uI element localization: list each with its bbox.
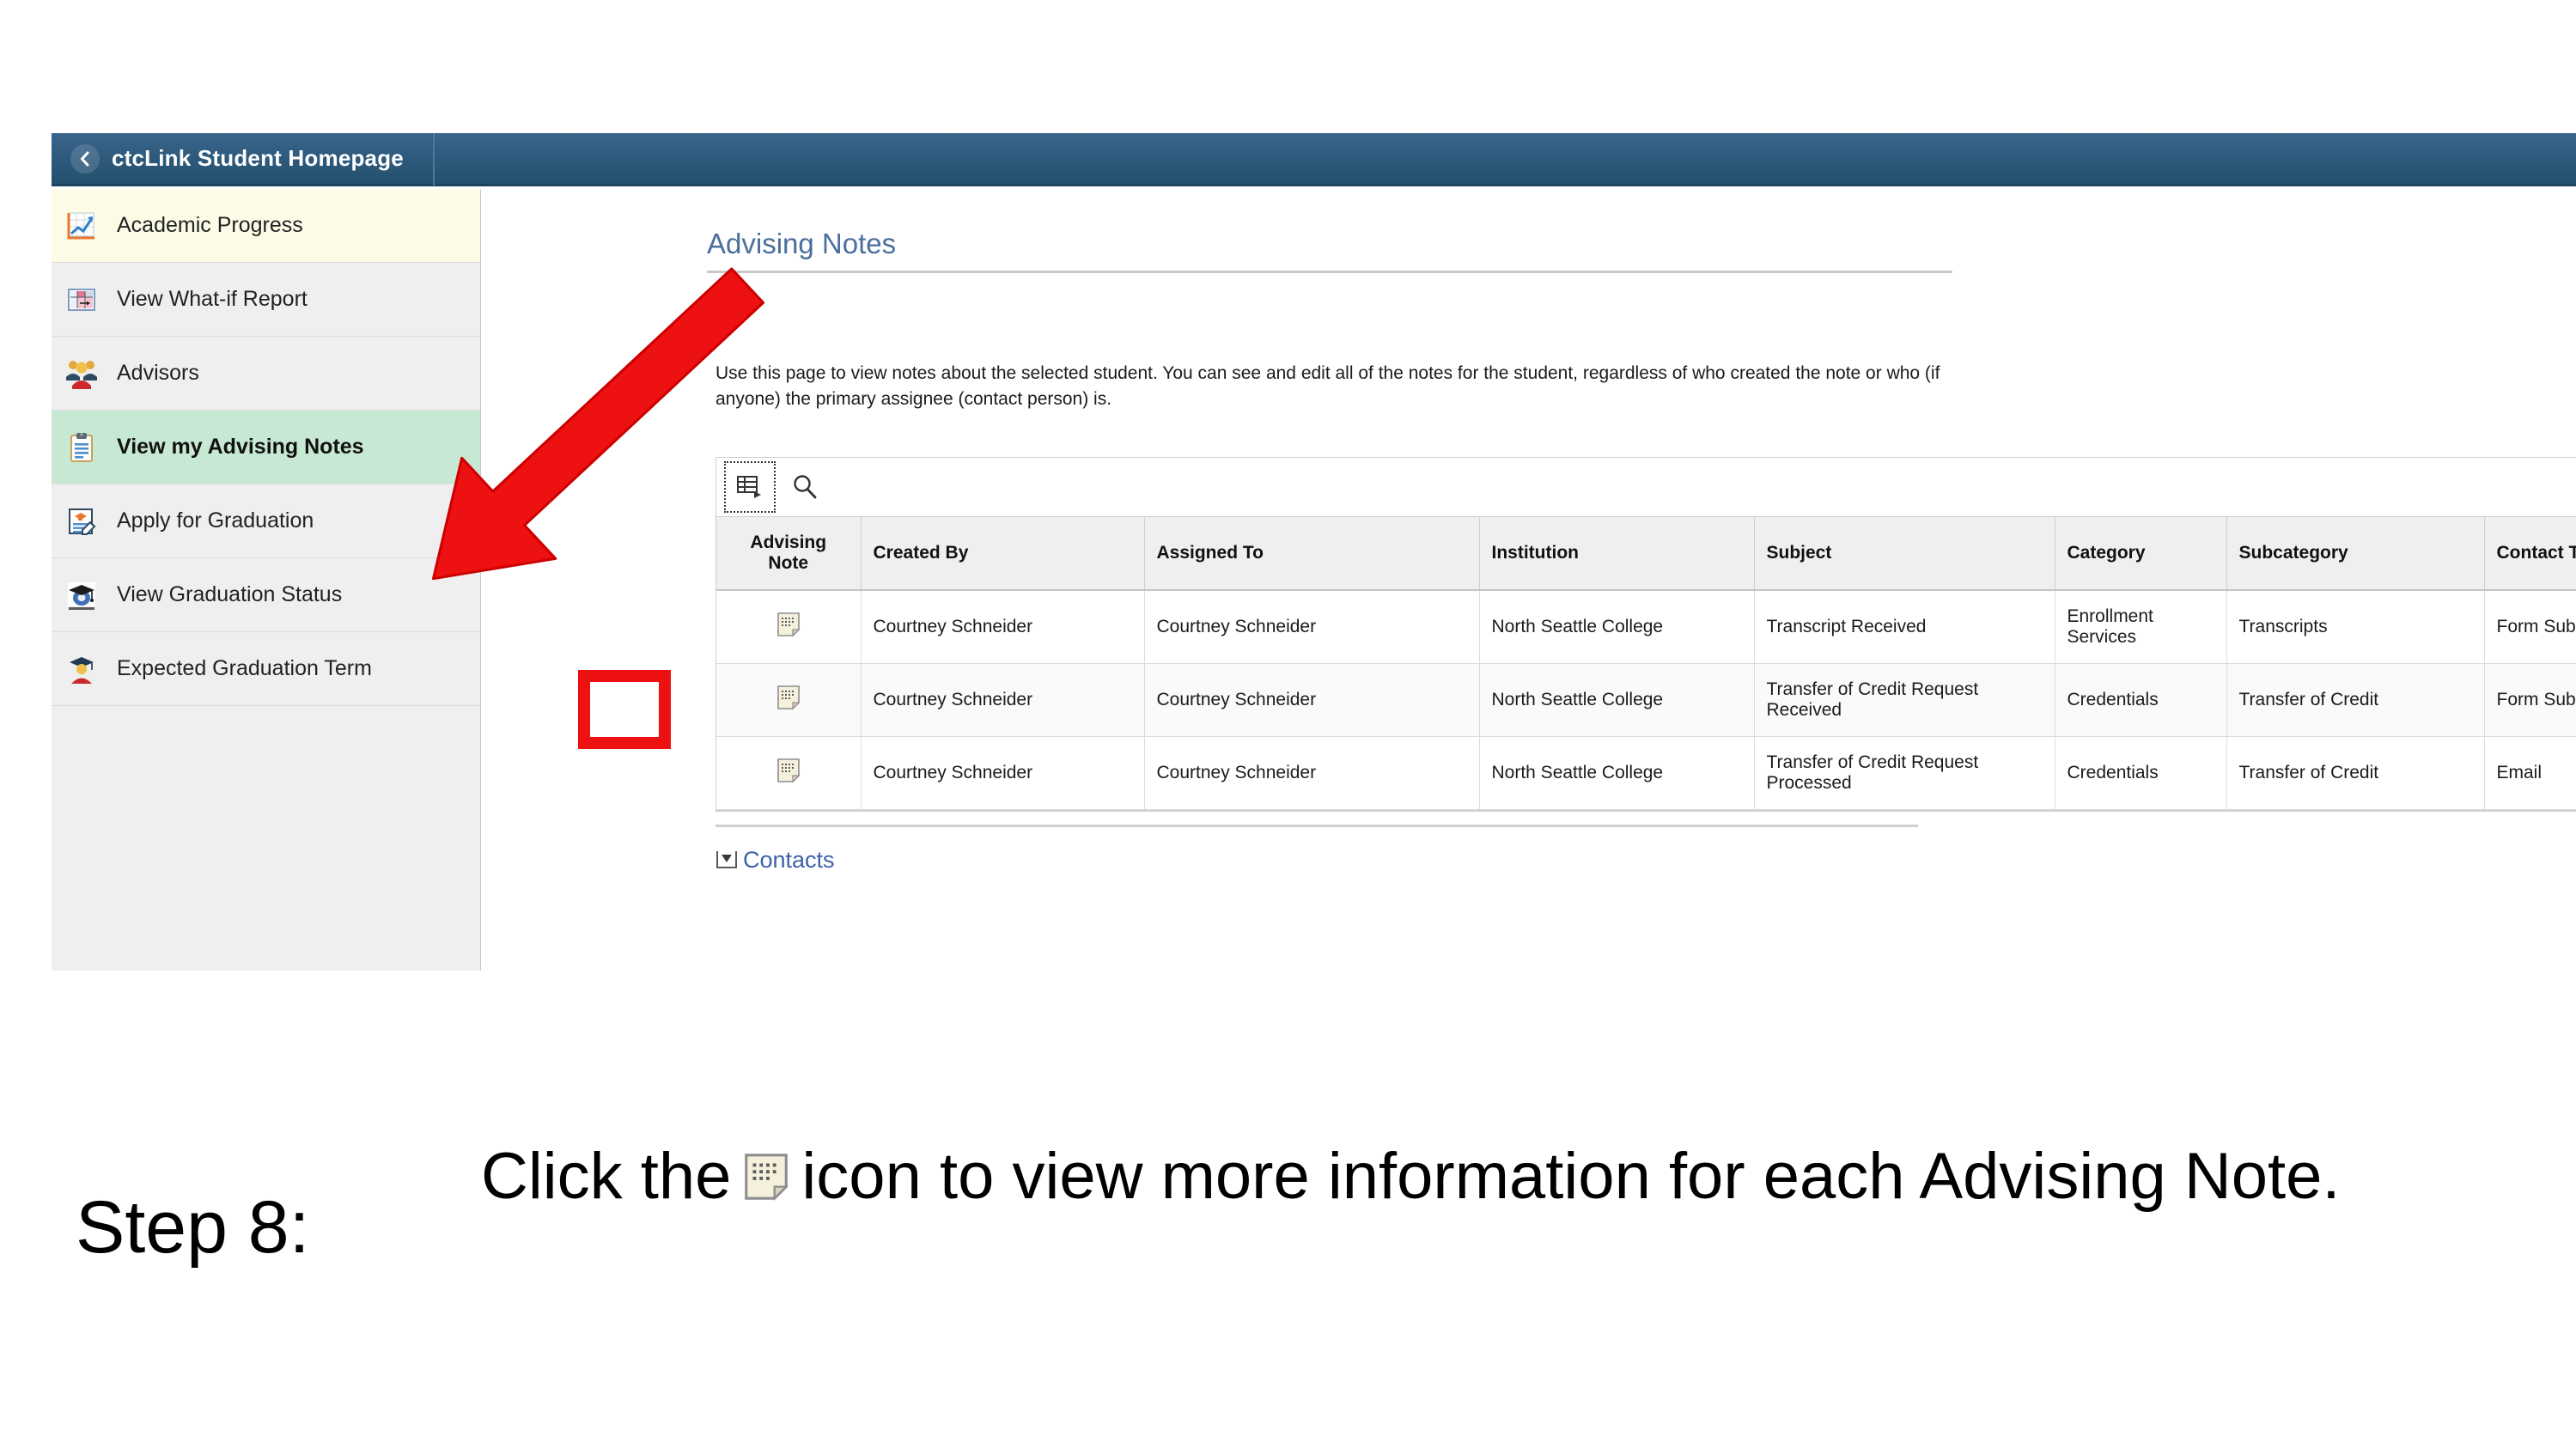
sidebar-item-label: Advisors — [117, 361, 199, 385]
cell-contact-type: Form Submitted — [2484, 590, 2576, 664]
column-header-category[interactable]: Category — [2055, 517, 2227, 591]
column-header-advising-note[interactable]: Advising Note — [716, 517, 862, 591]
collapse-triangle-icon — [716, 851, 738, 868]
advising-note-icon[interactable] — [775, 684, 802, 711]
cell-contact-type: Form Submitted — [2484, 663, 2576, 737]
grad-cap-disc-icon — [64, 577, 100, 613]
cell-category: Enrollment Services — [2055, 590, 2227, 664]
cell-contact-type: Email — [2484, 736, 2576, 810]
contacts-collapse-toggle[interactable]: Contacts — [716, 851, 1918, 868]
sidebar-item-advisors[interactable]: Advisors — [52, 337, 480, 411]
page-title: Advising Notes — [707, 228, 897, 259]
cell-subcategory: Transcripts — [2226, 590, 2485, 664]
caption-text-before-icon: Click the — [481, 1140, 732, 1213]
graduate-person-icon — [64, 651, 100, 687]
cell-subcategory: Transfer of Credit — [2226, 663, 2485, 737]
advising-notes-table: Advising Note Created By Assigned To Ins… — [716, 517, 2576, 810]
advising-note-cell — [716, 663, 862, 737]
sidebar-item-expected-graduation-term[interactable]: Expected Graduation Term — [52, 632, 480, 706]
table-row: Courtney Schneider Courtney Schneider No… — [716, 590, 2576, 664]
advising-note-icon[interactable] — [775, 611, 802, 638]
sidebar-item-view-my-advising-notes[interactable]: View my Advising Notes — [52, 411, 480, 484]
contacts-label: Contacts — [743, 851, 835, 868]
main-content-pane: Advising Notes Use this page to view not… — [482, 189, 2576, 971]
cell-category: Credentials — [2055, 736, 2227, 810]
cell-institution: North Seattle College — [1479, 736, 1755, 810]
grid-personalize-icon[interactable] — [724, 461, 776, 513]
sidebar-item-view-graduation-status[interactable]: View Graduation Status — [52, 558, 480, 632]
section-divider — [716, 825, 1918, 827]
sidebar-item-view-what-if-report[interactable]: View What-if Report — [52, 263, 480, 337]
contacts-section: Contacts — [716, 825, 1918, 868]
back-to-homepage-button[interactable]: ctcLink Student Homepage — [52, 133, 435, 186]
people-group-icon — [64, 356, 100, 392]
caption-body-text: Click the icon to view more information … — [481, 1091, 2576, 1222]
cell-created-by: Courtney Schneider — [861, 590, 1145, 664]
column-header-subcategory[interactable]: Subcategory — [2226, 517, 2485, 591]
header-title: ctcLink Student Homepage — [112, 145, 404, 171]
intro-description-text: Use this page to view notes about the se… — [716, 363, 1940, 410]
caption-step-label: Step 8: — [76, 1186, 310, 1269]
cell-created-by: Courtney Schneider — [861, 736, 1145, 810]
sidebar-item-academic-progress[interactable]: Academic Progress — [52, 189, 480, 263]
table-row: Courtney Schneider Courtney Schneider No… — [716, 663, 2576, 737]
advising-note-icon — [740, 1150, 793, 1203]
chevron-left-icon — [70, 143, 100, 174]
table-row: Courtney Schneider Courtney Schneider No… — [716, 736, 2576, 810]
cell-created-by: Courtney Schneider — [861, 663, 1145, 737]
sidebar-item-label: Expected Graduation Term — [117, 656, 372, 680]
sidebar-item-apply-for-graduation[interactable]: Apply for Graduation — [52, 484, 480, 558]
cell-subcategory: Transfer of Credit — [2226, 736, 2485, 810]
advising-notes-grid-container: Advising Note Created By Assigned To Ins… — [716, 457, 2576, 812]
application-form-icon — [64, 503, 100, 539]
sidebar-item-label: Apply for Graduation — [117, 508, 314, 533]
cell-assigned-to: Courtney Schneider — [1144, 590, 1480, 664]
cell-assigned-to: Courtney Schneider — [1144, 663, 1480, 737]
cell-subject: Transfer of Credit Request Processed — [1754, 736, 2055, 810]
advising-note-cell — [716, 590, 862, 664]
caption-text-after-icon: icon to view more information for each A… — [801, 1140, 2341, 1213]
embedded-app-screenshot: ctcLink Student Homepage Academic Progre… — [52, 133, 2576, 971]
page-title-divider — [707, 271, 1952, 273]
what-if-report-icon — [64, 282, 100, 318]
cell-subject: Transcript Received — [1754, 590, 2055, 664]
sidebar-item-label: View Graduation Status — [117, 582, 343, 606]
clipboard-notes-icon — [64, 429, 100, 466]
column-header-created-by[interactable]: Created By — [861, 517, 1145, 591]
app-header-bar: ctcLink Student Homepage — [52, 133, 2576, 186]
slide-caption: Step 8: Click the icon to view more info… — [0, 1091, 2576, 1374]
advising-note-icon[interactable] — [775, 757, 802, 784]
column-header-assigned-to[interactable]: Assigned To — [1144, 517, 1480, 591]
cell-institution: North Seattle College — [1479, 590, 1755, 664]
grid-toolbar — [716, 458, 2576, 517]
column-header-subject[interactable]: Subject — [1754, 517, 2055, 591]
sidebar-item-label: View my Advising Notes — [117, 435, 364, 459]
sidebar-item-label: Academic Progress — [117, 213, 303, 237]
cell-category: Credentials — [2055, 663, 2227, 737]
column-header-institution[interactable]: Institution — [1479, 517, 1755, 591]
page-title-block: Advising Notes — [707, 228, 1952, 273]
column-header-contact-type[interactable]: Contact Type — [2484, 517, 2576, 591]
advising-note-cell — [716, 736, 862, 810]
cell-institution: North Seattle College — [1479, 663, 1755, 737]
cell-assigned-to: Courtney Schneider — [1144, 736, 1480, 810]
search-icon[interactable] — [783, 466, 826, 508]
line-chart-icon — [64, 208, 100, 244]
left-navigation-sidebar: Academic Progress View What-if Report Ad… — [52, 189, 481, 971]
cell-subject: Transfer of Credit Request Received — [1754, 663, 2055, 737]
table-header-row: Advising Note Created By Assigned To Ins… — [716, 517, 2576, 591]
sidebar-item-label: View What-if Report — [117, 287, 308, 311]
